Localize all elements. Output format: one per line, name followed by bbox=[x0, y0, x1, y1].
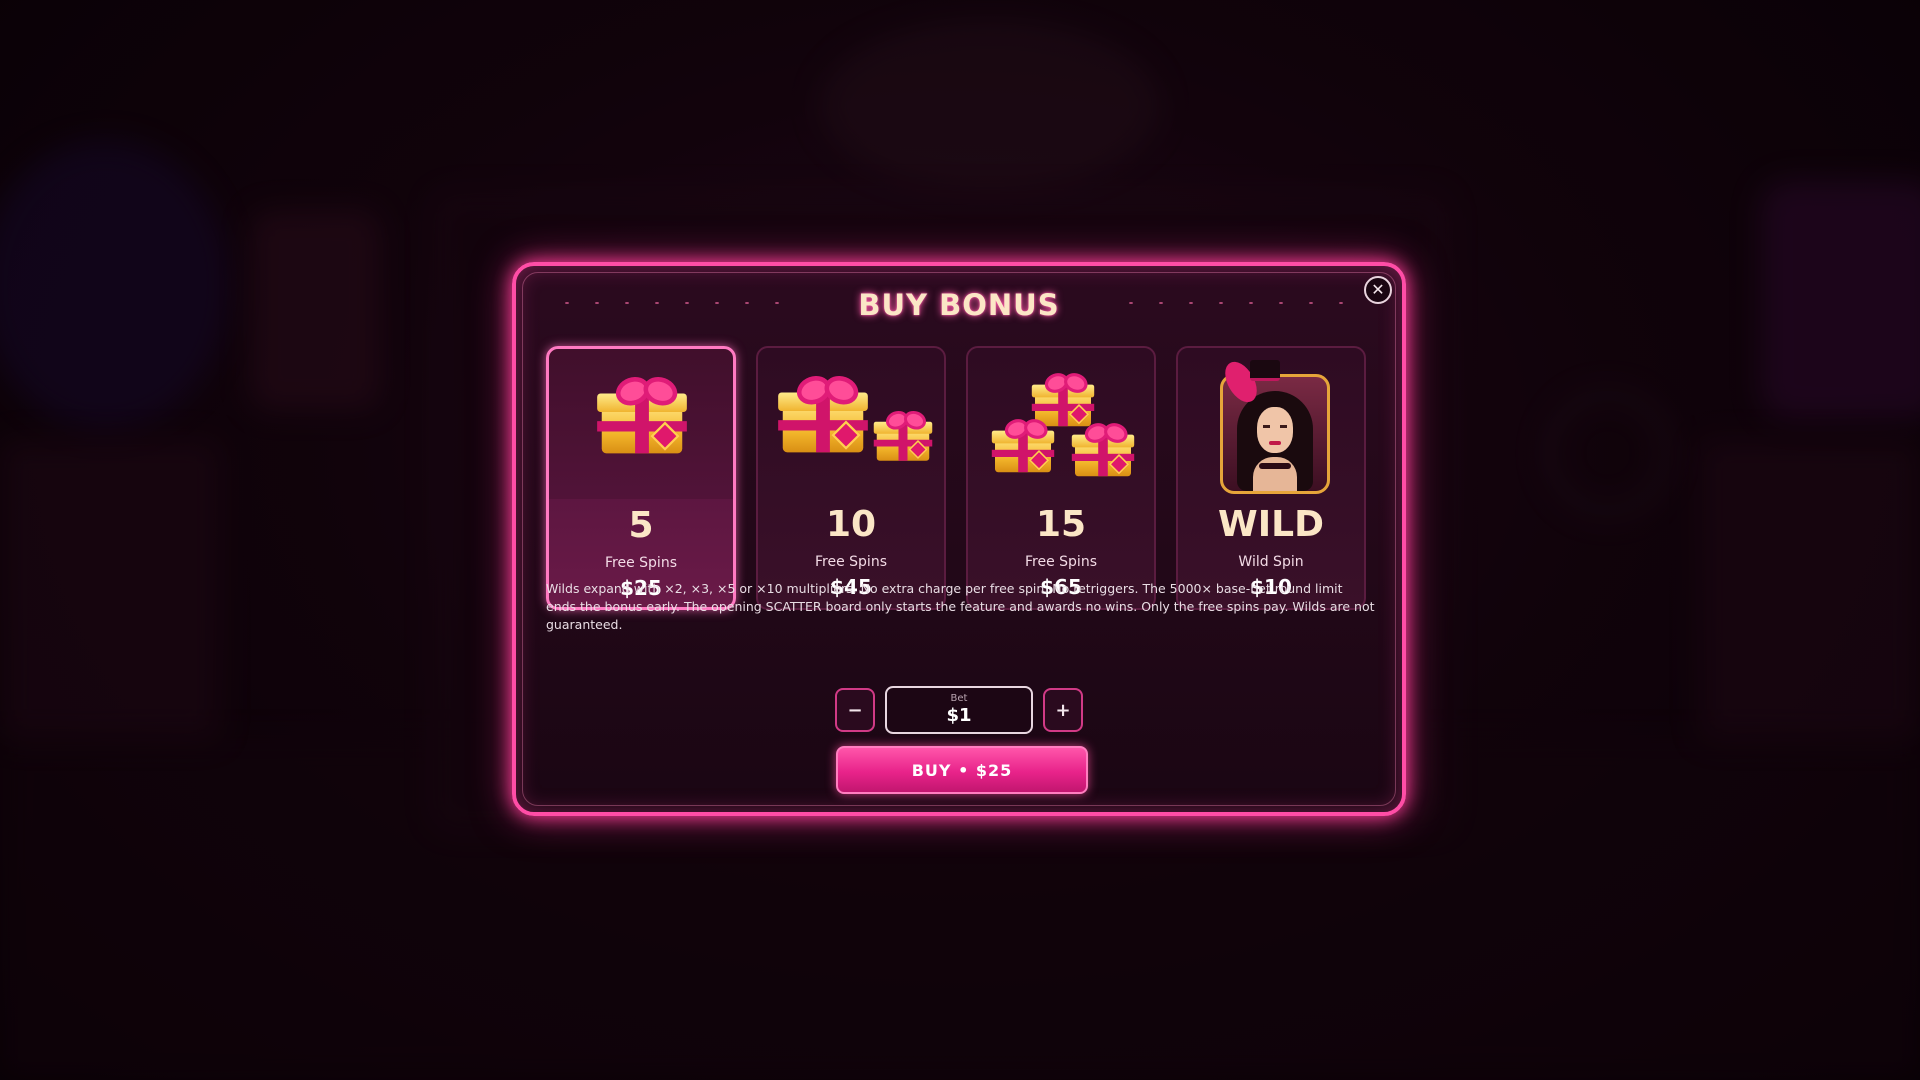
bonus-option-wild-spin[interactable]: WILD Wild Spin $10 bbox=[1176, 346, 1366, 610]
option-count: 15 bbox=[1035, 504, 1087, 545]
bet-decrease-button[interactable]: − bbox=[835, 688, 875, 732]
minus-icon: − bbox=[847, 699, 863, 721]
gift-stack-icon bbox=[968, 348, 1154, 498]
bet-field: Bet $1 bbox=[885, 686, 1033, 734]
modal-title: BUY BONUS bbox=[858, 288, 1060, 322]
close-icon: ✕ bbox=[1371, 280, 1385, 299]
bonus-option-15-free-spins[interactable]: 15 Free Spins $65 bbox=[966, 346, 1156, 610]
bonus-option-10-free-spins[interactable]: 10 Free Spins $45 bbox=[756, 346, 946, 610]
single-gift-icon bbox=[549, 349, 733, 499]
bonus-options: 5 Free Spins $25 10 Free Spins $45 15 Fr… bbox=[546, 346, 1366, 610]
bonus-option-5-free-spins[interactable]: 5 Free Spins $25 bbox=[546, 346, 736, 610]
buy-button[interactable]: BUY • $25 bbox=[836, 746, 1088, 794]
option-label: Free Spins bbox=[1025, 554, 1097, 570]
option-count: 10 bbox=[825, 504, 877, 545]
option-count: WILD bbox=[1218, 504, 1324, 545]
buy-bonus-modal: BUY BONUS ✕ 5 Free Spins $25 10 Free Spi… bbox=[512, 262, 1406, 816]
plus-icon: + bbox=[1055, 699, 1071, 721]
option-count: 5 bbox=[628, 505, 654, 546]
bet-value: $1 bbox=[946, 705, 972, 726]
close-button[interactable]: ✕ bbox=[1364, 276, 1392, 304]
two-gifts-icon bbox=[758, 348, 944, 498]
wild-lady-portrait bbox=[1178, 348, 1364, 498]
bonus-description: Wilds expand with ×2, ×3, ×5 or ×10 mult… bbox=[546, 581, 1375, 632]
bet-increase-button[interactable]: + bbox=[1043, 688, 1083, 732]
bet-label: Bet bbox=[950, 693, 968, 704]
option-label: Wild Spin bbox=[1238, 554, 1304, 570]
option-label: Free Spins bbox=[815, 554, 887, 570]
bet-stepper: − Bet $1 + bbox=[516, 686, 1402, 734]
option-label: Free Spins bbox=[605, 555, 677, 571]
